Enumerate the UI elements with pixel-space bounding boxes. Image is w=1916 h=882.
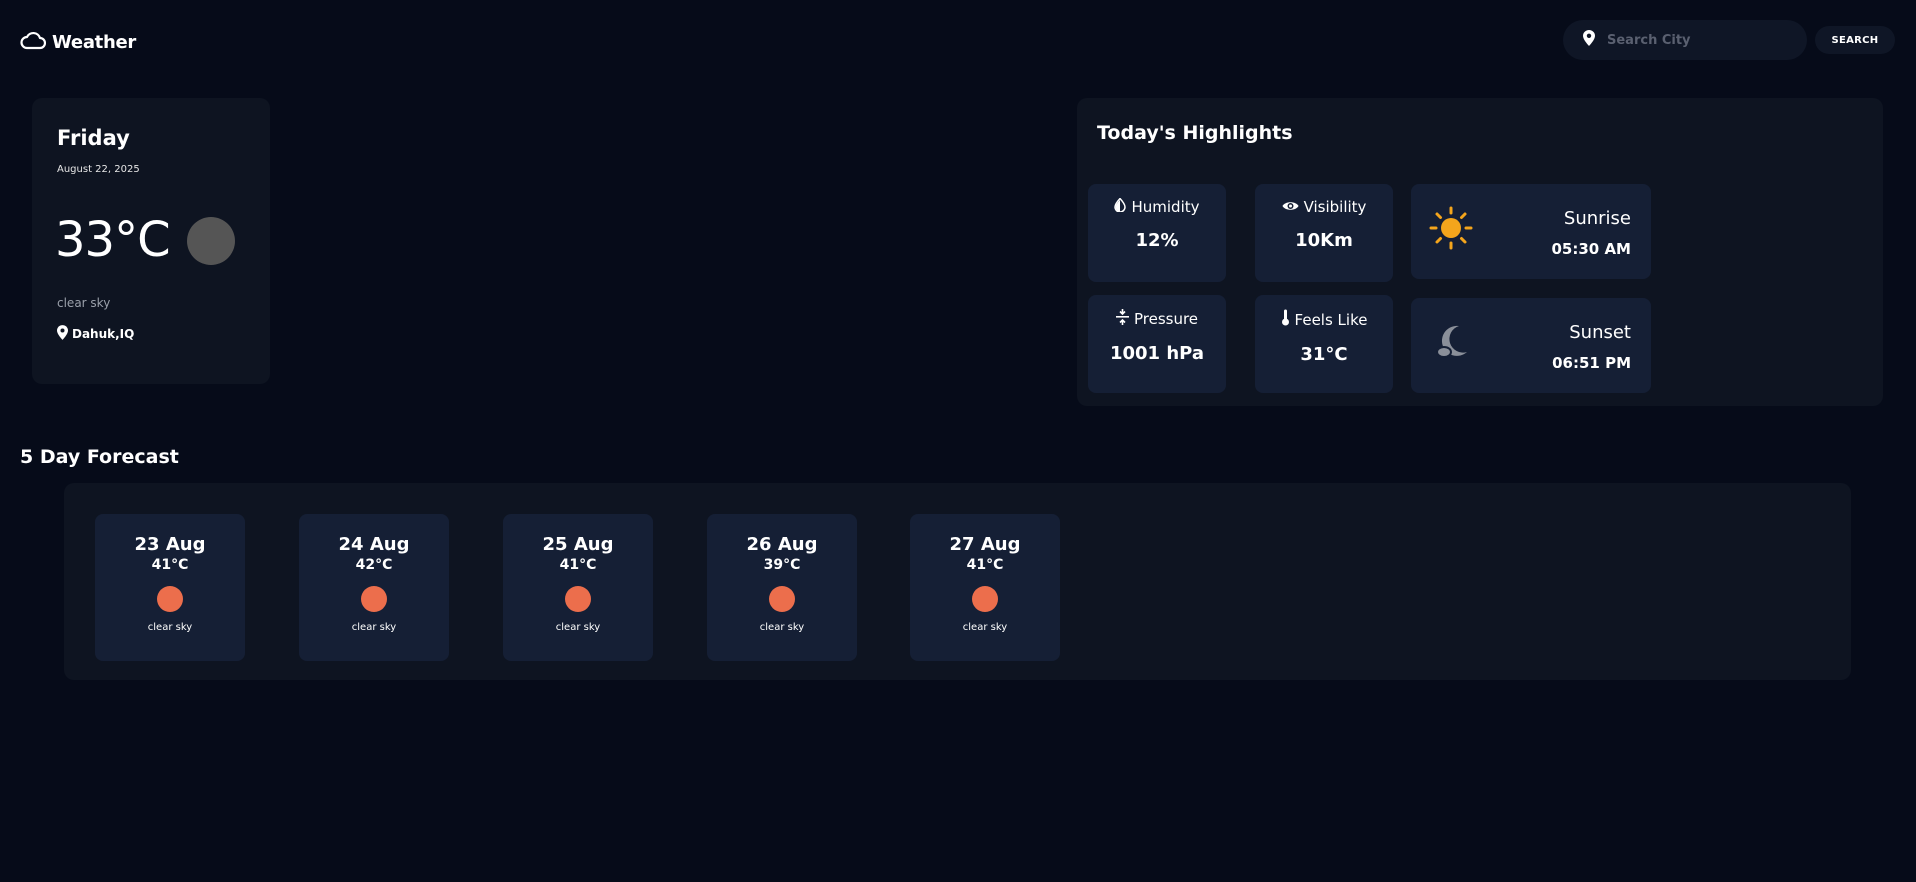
forecast-temp: 41°C <box>966 557 1004 573</box>
forecast-panel: 23 Aug 41°C clear sky 24 Aug 42°C clear … <box>64 483 1851 680</box>
forecast-description: clear sky <box>351 622 397 633</box>
visibility-label: Visibility <box>1303 198 1367 216</box>
sunrise-time: 05:30 AM <box>1551 240 1631 258</box>
current-weather-card: Friday August 22, 2025 33°C clear sky Da… <box>32 98 270 384</box>
forecast-temp: 39°C <box>763 557 801 573</box>
pressure-value: 1001 hPa <box>1109 343 1205 364</box>
search-button[interactable]: SEARCH <box>1815 26 1895 54</box>
forecast-date: 23 Aug <box>134 534 206 555</box>
forecast-description: clear sky <box>147 622 193 633</box>
sunset-tile: Sunset 06:51 PM <box>1411 298 1651 393</box>
sunrise-label: Sunrise <box>1563 208 1631 229</box>
current-day: Friday <box>57 126 130 150</box>
highlights-title: Today's Highlights <box>1097 122 1293 144</box>
forecast-description: clear sky <box>555 622 601 633</box>
sun-icon <box>157 586 183 612</box>
forecast-card: 26 Aug 39°C clear sky <box>707 514 857 661</box>
feels-like-value: 31°C <box>1300 344 1348 365</box>
search-box[interactable] <box>1563 20 1807 60</box>
current-description: clear sky <box>57 296 111 310</box>
visibility-value: 10Km <box>1295 230 1353 251</box>
location-pin-icon <box>57 325 68 343</box>
current-location: Dahuk,IQ <box>57 325 134 343</box>
forecast-description: clear sky <box>962 622 1008 633</box>
forecast-card: 23 Aug 41°C clear sky <box>95 514 245 661</box>
pressure-label: Pressure <box>1133 310 1199 328</box>
forecast-date: 24 Aug <box>338 534 410 555</box>
forecast-card: 25 Aug 41°C clear sky <box>503 514 653 661</box>
app-title: Weather <box>52 31 136 53</box>
sunset-time: 06:51 PM <box>1552 354 1631 372</box>
humidity-tile: Humidity 12% <box>1088 184 1226 282</box>
thermometer-icon <box>1281 309 1290 330</box>
droplet-icon <box>1114 197 1127 216</box>
forecast-temp: 42°C <box>355 557 393 573</box>
highlights-panel: Today's Highlights Humidity 12% Visibili… <box>1077 98 1883 406</box>
sun-icon <box>1429 206 1473 250</box>
location-pin-icon <box>1583 30 1595 50</box>
forecast-card: 24 Aug 42°C clear sky <box>299 514 449 661</box>
forecast-temp: 41°C <box>559 557 597 573</box>
moon-icon <box>1429 320 1473 364</box>
sun-icon <box>769 586 795 612</box>
forecast-date: 26 Aug <box>746 534 818 555</box>
forecast-title: 5 Day Forecast <box>20 446 179 468</box>
sunset-label: Sunset <box>1569 322 1631 343</box>
sunrise-tile: Sunrise 05:30 AM <box>1411 184 1651 279</box>
app-logo: Weather <box>20 28 136 56</box>
cloud-icon <box>20 30 47 54</box>
sun-icon <box>565 586 591 612</box>
forecast-description: clear sky <box>759 622 805 633</box>
header: Weather SEARCH <box>0 0 1916 82</box>
forecast-date: 25 Aug <box>542 534 614 555</box>
search-input[interactable] <box>1607 32 1777 48</box>
weather-icon-placeholder <box>187 217 235 265</box>
forecast-date: 27 Aug <box>949 534 1021 555</box>
pressure-icon <box>1115 309 1129 329</box>
forecast-temp: 41°C <box>151 557 189 573</box>
humidity-value: 12% <box>1135 230 1179 251</box>
current-date: August 22, 2025 <box>57 164 140 175</box>
forecast-card: 27 Aug 41°C clear sky <box>910 514 1060 661</box>
eye-icon <box>1282 198 1299 216</box>
sun-icon <box>972 586 998 612</box>
location-label: Dahuk,IQ <box>72 327 135 341</box>
pressure-tile: Pressure 1001 hPa <box>1088 295 1226 393</box>
feels-like-tile: Feels Like 31°C <box>1255 295 1393 393</box>
visibility-tile: Visibility 10Km <box>1255 184 1393 282</box>
sun-icon <box>361 586 387 612</box>
feels-like-label: Feels Like <box>1294 310 1368 329</box>
humidity-label: Humidity <box>1131 198 1200 216</box>
current-temperature: 33°C <box>55 212 171 268</box>
